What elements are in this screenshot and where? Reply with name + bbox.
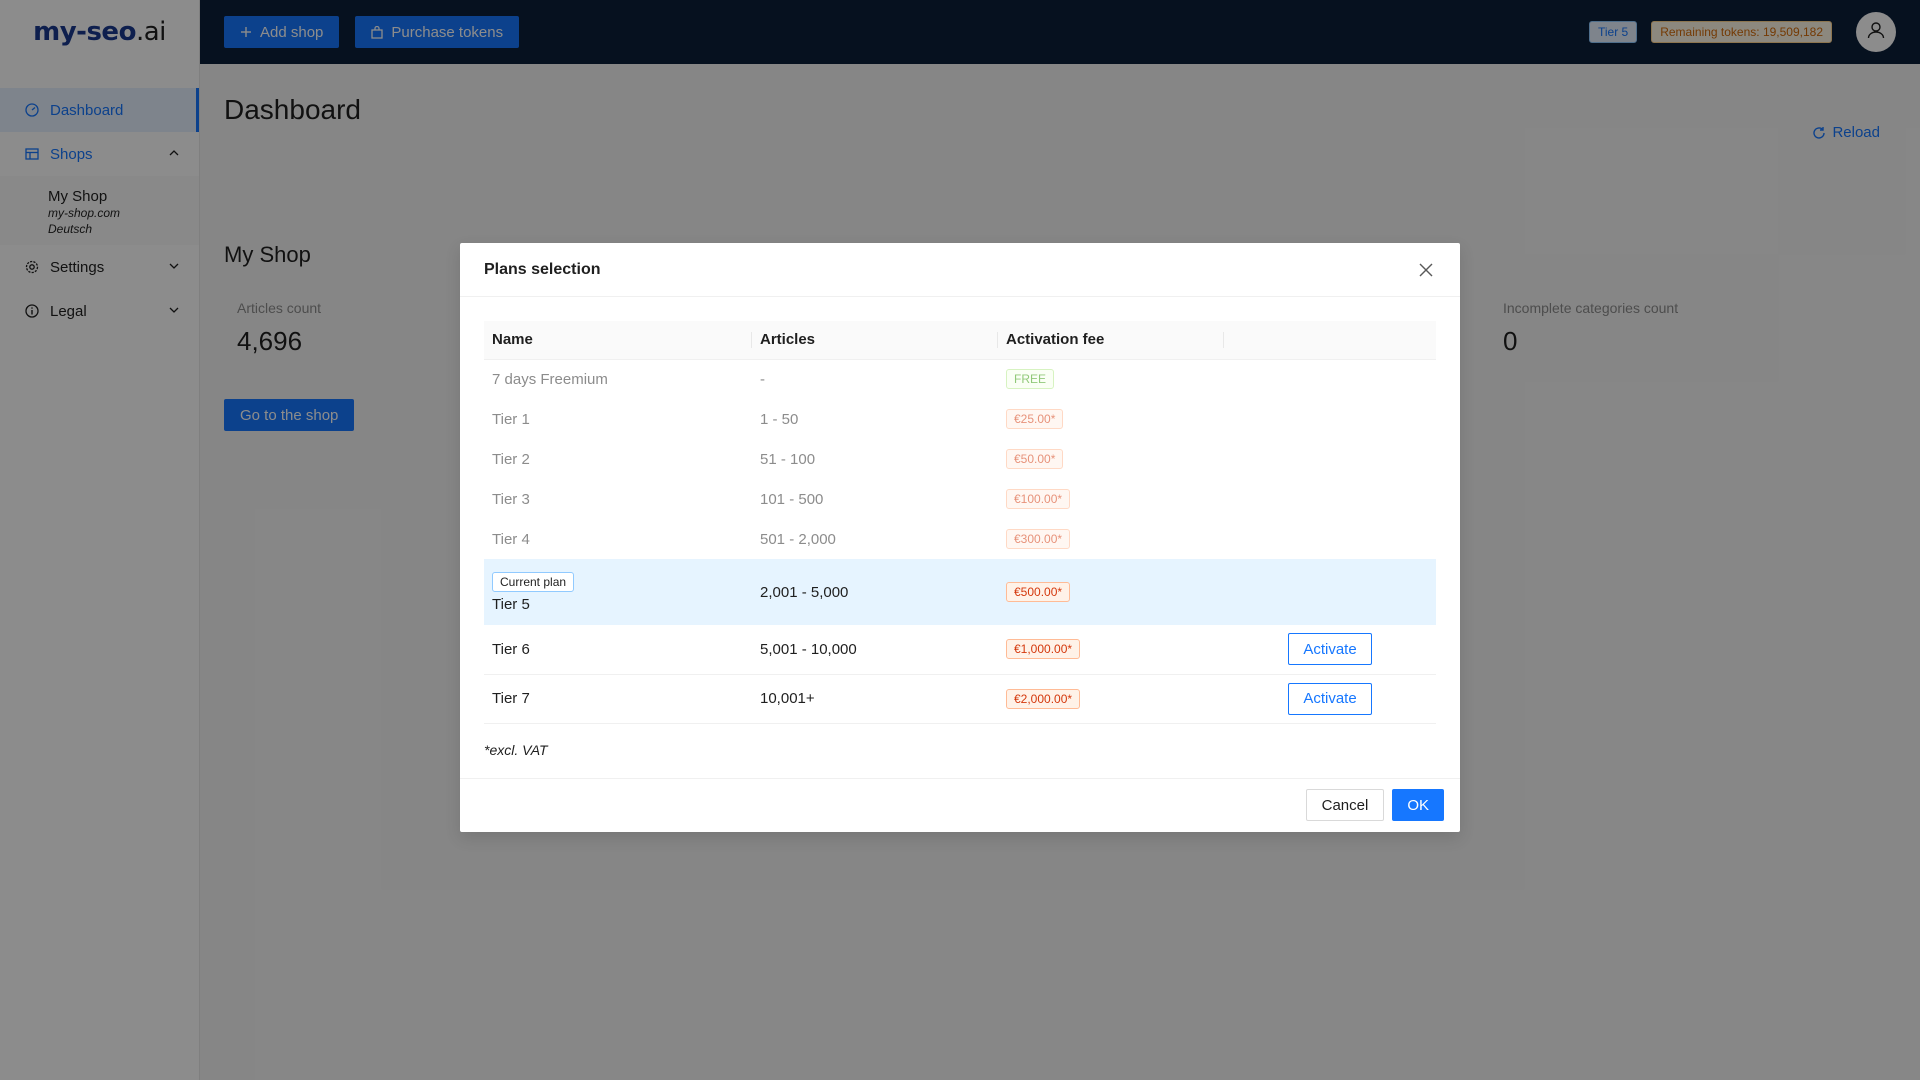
plan-name: Tier 7 bbox=[484, 674, 752, 724]
fee-tag: €2,000.00* bbox=[1006, 688, 1081, 709]
plan-articles: 2,001 - 5,000 bbox=[752, 559, 998, 625]
fee-tag: €100.00* bbox=[1006, 489, 1071, 509]
modal-title: Plans selection bbox=[484, 260, 601, 278]
plan-articles: 501 - 2,000 bbox=[760, 530, 836, 548]
fee-tag: €50.00* bbox=[1006, 449, 1064, 469]
plan-name: 7 days Freemium bbox=[492, 370, 608, 388]
plan-articles: 10,001+ bbox=[752, 674, 998, 724]
column-header-name: Name bbox=[484, 321, 752, 360]
activate-tier7-button[interactable]: Activate bbox=[1288, 682, 1372, 715]
table-row: 7 days Freemium - FREE bbox=[484, 359, 1436, 399]
table-row: Tier 3 101 - 500 €100.00* bbox=[484, 479, 1436, 519]
plan-name: Tier 2 bbox=[492, 450, 530, 468]
current-plan-tag: Current plan bbox=[492, 571, 575, 592]
modal-header: Plans selection bbox=[460, 243, 1460, 297]
fee-tag: €25.00* bbox=[1006, 409, 1064, 429]
plans-selection-modal: Plans selection Name Articles Activation… bbox=[460, 243, 1460, 832]
cancel-button[interactable]: Cancel bbox=[1305, 789, 1385, 821]
plan-articles: 51 - 100 bbox=[760, 450, 816, 468]
table-header-row: Name Articles Activation fee bbox=[484, 321, 1436, 360]
close-icon[interactable] bbox=[1418, 262, 1434, 278]
fee-tag: €1,000.00* bbox=[1006, 639, 1081, 660]
fee-tag: €500.00* bbox=[1006, 582, 1071, 602]
column-header-articles: Articles bbox=[752, 321, 998, 360]
column-header-activation-fee: Activation fee bbox=[998, 321, 1224, 360]
fee-tag: €300.00* bbox=[1006, 529, 1071, 549]
plan-articles: 5,001 - 10,000 bbox=[752, 625, 998, 675]
column-header-actions bbox=[1224, 321, 1436, 360]
plan-name: Tier 6 bbox=[484, 625, 752, 675]
plan-articles: 1 - 50 bbox=[760, 410, 799, 428]
activate-tier6-button[interactable]: Activate bbox=[1288, 633, 1372, 666]
vat-note: *excl. VAT bbox=[484, 741, 548, 758]
table-row-current-plan: Current plan Tier 5 2,001 - 5,000 €500.0… bbox=[484, 559, 1436, 625]
table-row: Tier 4 501 - 2,000 €300.00* bbox=[484, 519, 1436, 559]
table-row: Tier 7 10,001+ €2,000.00* Activate bbox=[484, 674, 1436, 724]
table-row: Tier 1 1 - 50 €25.00* bbox=[484, 399, 1436, 439]
plan-name: Tier 1 bbox=[492, 410, 530, 428]
plan-articles: - bbox=[760, 370, 765, 388]
plans-table: Name Articles Activation fee 7 days Free… bbox=[484, 321, 1436, 724]
table-row: Tier 6 5,001 - 10,000 €1,000.00* Activat… bbox=[484, 625, 1436, 675]
modal-footer: Cancel OK bbox=[460, 777, 1460, 832]
modal-body: Name Articles Activation fee 7 days Free… bbox=[460, 297, 1460, 778]
plan-articles: 101 - 500 bbox=[760, 490, 824, 508]
plan-name: Tier 4 bbox=[492, 530, 530, 548]
table-row: Tier 2 51 - 100 €50.00* bbox=[484, 439, 1436, 479]
ok-button[interactable]: OK bbox=[1392, 789, 1444, 821]
plan-name: Tier 5 bbox=[492, 595, 530, 613]
plan-name: Tier 3 bbox=[492, 490, 530, 508]
fee-tag: FREE bbox=[1006, 369, 1055, 390]
